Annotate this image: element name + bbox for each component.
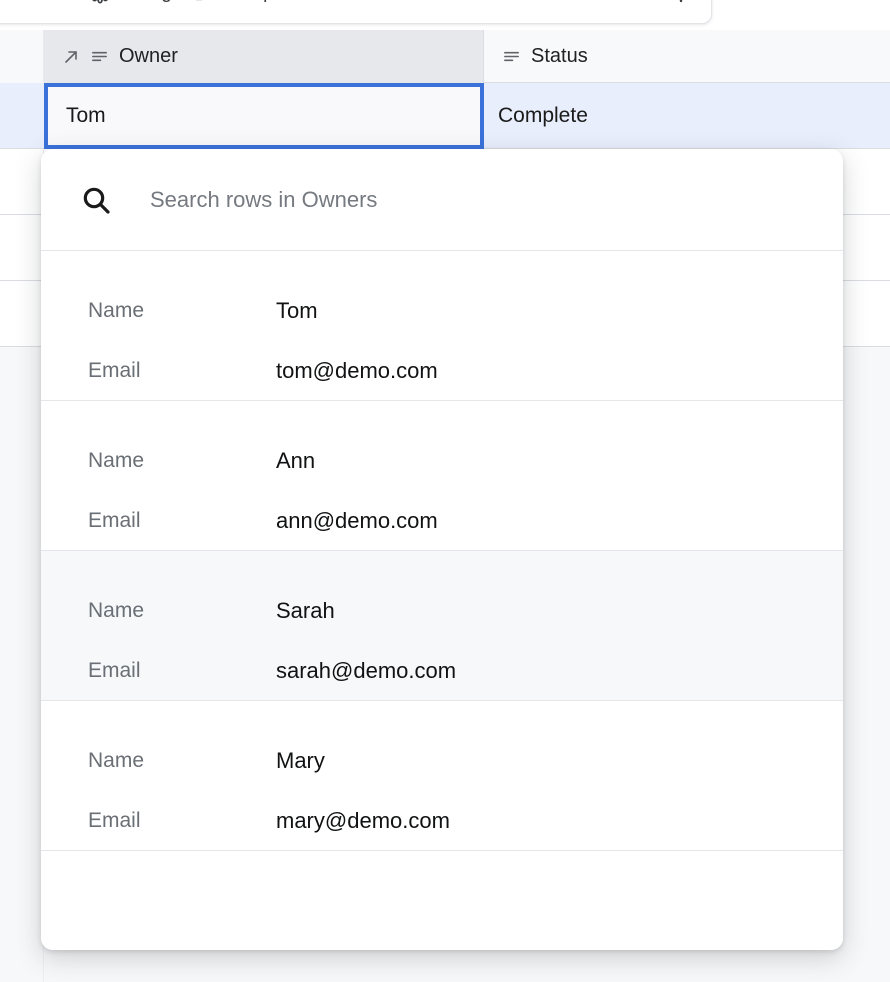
option-email-line: Email mary@demo.com (88, 791, 843, 851)
option-email-label: Email (88, 659, 276, 683)
search-input[interactable] (129, 187, 843, 213)
sort-icon (387, 0, 407, 3)
option-name-label: Name (88, 749, 276, 773)
toolbar-label-config: Config (117, 0, 172, 4)
option-name-line: Name Sarah (88, 581, 843, 641)
option-name-value: Mary (276, 748, 325, 774)
cell-owner-value: Tom (66, 104, 106, 128)
option-name-value: Ann (276, 448, 315, 474)
option-email-line: Email sarah@demo.com (88, 641, 843, 701)
option-email-value: sarah@demo.com (276, 658, 456, 684)
option-name-line: Name Mary (88, 731, 843, 791)
toolbar-button-pin[interactable] (665, 0, 697, 7)
row-gutter (0, 281, 44, 346)
popup-search-bar (41, 149, 843, 251)
arrow-up-icon (671, 0, 691, 3)
column-header-status-label: Status (531, 45, 588, 68)
text-lines-icon (502, 47, 521, 66)
option-email-line: Email ann@demo.com (88, 491, 843, 551)
option-email-value: mary@demo.com (276, 808, 450, 834)
record-picker-popup: Name Tom Email tom@demo.com Name Ann Ema… (41, 149, 843, 950)
toolbar-button-sort[interactable]: Sort (381, 0, 455, 8)
row-gutter (0, 215, 44, 280)
list-item[interactable]: Name Tom Email tom@demo.com (41, 251, 843, 401)
grid-lines-icon (5, 0, 25, 3)
toolbar-button-config[interactable]: Config (84, 0, 178, 8)
list-item[interactable]: Name Ann Email ann@demo.com (41, 401, 843, 551)
option-email-label: Email (88, 359, 276, 383)
toolbar-label-group: Group (221, 0, 274, 4)
view-toolbar: Grid Config Group (0, 0, 712, 24)
list-item[interactable]: Name Mary Email mary@demo.com (41, 701, 843, 851)
row-number-header (0, 30, 44, 83)
toolbar-button-grid[interactable]: Grid (0, 0, 74, 8)
toolbar-label-filter: Filter (323, 0, 365, 4)
option-email-label: Email (88, 809, 276, 833)
list-item[interactable]: Name Sarah Email sarah@demo.com (41, 551, 843, 701)
gear-icon (90, 0, 110, 3)
search-icon (79, 183, 113, 217)
option-name-line: Name Tom (88, 281, 843, 341)
option-name-label: Name (88, 299, 276, 323)
option-name-label: Name (88, 599, 276, 623)
row-gutter (0, 149, 44, 214)
option-name-value: Sarah (276, 598, 335, 624)
group-icon (194, 0, 214, 3)
toolbar-button-filter[interactable]: Filter (290, 0, 371, 8)
column-header-status[interactable]: Status (484, 30, 890, 83)
cell-owner-active[interactable]: Tom (44, 83, 484, 149)
option-name-value: Tom (276, 298, 318, 324)
filter-icon (296, 0, 316, 3)
grid-header-row: Owner Status (0, 30, 890, 83)
toolbar-button-group[interactable]: Group (188, 0, 280, 8)
link-arrow-icon (62, 48, 80, 66)
cell-status[interactable]: Complete (498, 83, 588, 149)
column-header-owner-label: Owner (119, 45, 178, 68)
toolbar-label-sort: Sort (414, 0, 449, 4)
option-email-value: tom@demo.com (276, 358, 438, 384)
option-name-line: Name Ann (88, 431, 843, 491)
toolbar-label-grid: Grid (32, 0, 68, 4)
option-email-line: Email tom@demo.com (88, 341, 843, 401)
app-root: Grid Config Group (0, 0, 890, 982)
option-email-label: Email (88, 509, 276, 533)
column-header-owner[interactable]: Owner (44, 30, 484, 83)
row-gutter (0, 347, 44, 982)
cell-status-value: Complete (498, 104, 588, 128)
popup-footer (41, 851, 843, 950)
text-lines-icon (90, 47, 109, 66)
option-email-value: ann@demo.com (276, 508, 438, 534)
option-name-label: Name (88, 449, 276, 473)
